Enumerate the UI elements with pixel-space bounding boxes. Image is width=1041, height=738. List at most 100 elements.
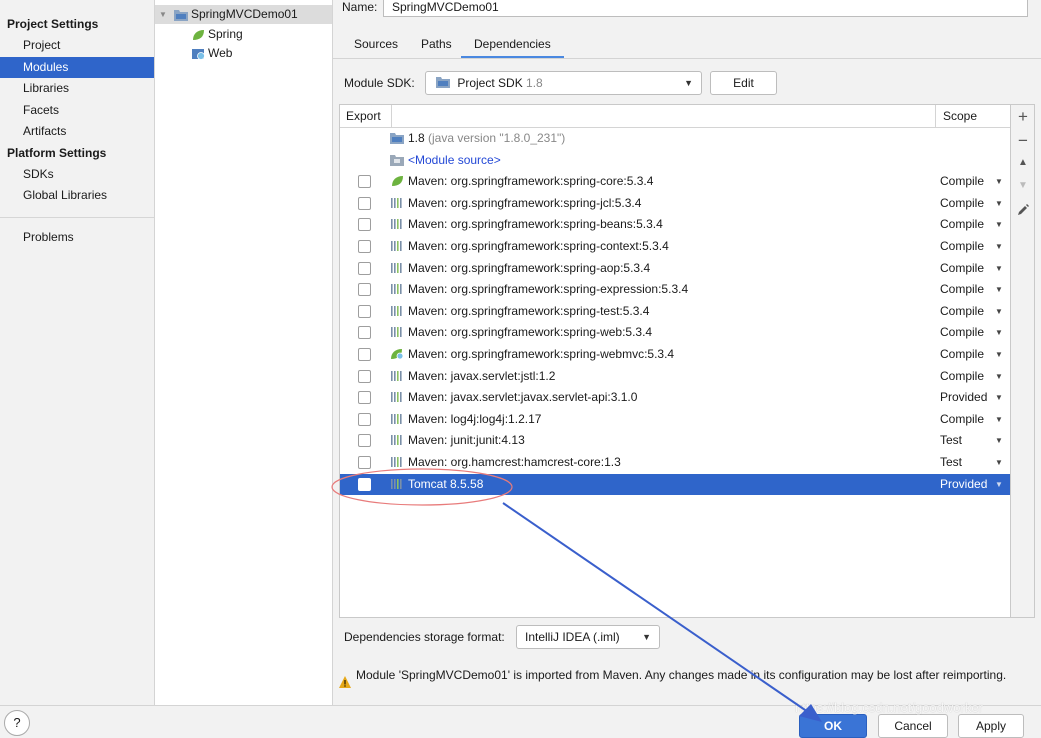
plus-icon[interactable]: + <box>1011 107 1035 127</box>
nav-item-artifacts[interactable]: Artifacts <box>0 121 154 143</box>
cancel-button[interactable]: Cancel <box>878 714 948 738</box>
table-row[interactable]: Tomcat 8.5.58 Provided ▼ <box>340 473 1010 496</box>
export-checkbox[interactable] <box>358 456 371 469</box>
tab-paths[interactable]: Paths <box>421 33 452 59</box>
dependency-label: Maven: log4j:log4j:1.2.17 <box>408 409 541 430</box>
scope-value: Compile <box>940 217 985 232</box>
tab-dependencies[interactable]: Dependencies <box>461 33 564 59</box>
export-checkbox[interactable] <box>358 175 371 189</box>
table-row[interactable]: Maven: org.springframework:spring-expres… <box>340 279 1010 301</box>
nav-item-sdks[interactable]: SDKs <box>0 164 154 186</box>
scope-select[interactable]: Compile ▼ <box>940 366 1003 387</box>
maven-import-warning: Module 'SpringMVCDemo01' is imported fro… <box>356 668 1007 682</box>
scope-select[interactable]: Compile ▼ <box>940 409 1003 430</box>
ok-button[interactable]: OK <box>799 714 867 738</box>
folder-icon <box>390 154 404 166</box>
module-name-input[interactable]: SpringMVCDemo01 <box>383 0 1028 17</box>
table-row[interactable]: Maven: org.springframework:spring-beans:… <box>340 214 1010 236</box>
table-row[interactable]: Maven: org.hamcrest:hamcrest-core:1.3 Tes… <box>340 452 1010 474</box>
scope-select[interactable]: Test ▼ <box>940 452 1003 473</box>
tab-sources[interactable]: Sources <box>354 33 398 59</box>
export-checkbox[interactable] <box>358 283 371 297</box>
storage-format-label: Dependencies storage format: <box>344 630 505 644</box>
scope-select[interactable]: Compile ▼ <box>940 279 1003 300</box>
nav-item-modules[interactable]: Modules <box>0 56 154 78</box>
dependency-label: Maven: org.springframework:spring-webmvc… <box>408 344 674 365</box>
dependency-name: Maven: org.springframework:spring-test:5… <box>408 303 650 318</box>
minus-icon[interactable]: − <box>1011 131 1035 151</box>
library-icon <box>390 478 404 490</box>
nav-item-global-libraries[interactable]: Global Libraries <box>0 185 154 207</box>
scope-value: Compile <box>940 303 985 318</box>
table-row[interactable]: Maven: org.springframework:spring-test:5… <box>340 301 1010 323</box>
scope-select[interactable]: Compile ▼ <box>940 236 1003 257</box>
nav-item-libraries[interactable]: Libraries <box>0 78 154 100</box>
scope-select[interactable]: Compile ▼ <box>940 193 1003 214</box>
chevron-down-icon: ▼ <box>995 242 1003 251</box>
table-row[interactable]: Maven: org.springframework:spring-contex… <box>340 236 1010 258</box>
library-icon <box>390 370 404 382</box>
expand-arrow-icon[interactable]: ▼ <box>159 5 167 24</box>
table-row[interactable]: Maven: junit:junit:4.13 Test ▼ <box>340 430 1010 452</box>
table-row[interactable]: 1.8 (java version "1.8.0_231") <box>340 128 1010 150</box>
sdk-edit-button[interactable]: Edit <box>710 71 777 95</box>
chevron-down-icon: ▼ <box>995 393 1003 403</box>
table-row[interactable]: Maven: org.springframework:spring-aop:5.… <box>340 258 1010 280</box>
module-config-panel: Name: SpringMVCDemo01 Sources Paths Depe… <box>333 0 1041 705</box>
table-row[interactable]: Maven: org.springframework:spring-webmvc… <box>340 344 1010 366</box>
nav-item-project[interactable]: Project <box>0 35 154 57</box>
scope-select[interactable]: Compile ▼ <box>940 344 1003 365</box>
dependency-name: Maven: org.springframework:spring-aop:5.… <box>408 260 651 275</box>
storage-format-select[interactable]: IntelliJ IDEA (.iml) ▼ <box>516 625 660 649</box>
table-row[interactable]: Maven: org.springframework:spring-jcl:5.… <box>340 193 1010 215</box>
scope-select[interactable]: Provided ▼ <box>940 474 1003 495</box>
export-checkbox[interactable] <box>358 196 371 210</box>
module-sdk-select[interactable]: Project SDK 1.8 ▼ <box>425 71 702 95</box>
scope-select[interactable]: Compile ▼ <box>940 214 1003 235</box>
table-row[interactable]: Maven: org.springframework:spring-web:5.… <box>340 322 1010 344</box>
export-checkbox[interactable] <box>358 348 371 361</box>
module-tree: ▼ SpringMVCDemo01 Spring Web <box>155 0 333 705</box>
export-checkbox[interactable] <box>358 304 371 318</box>
export-checkbox[interactable] <box>358 240 371 253</box>
tree-item-web-facet[interactable]: Web <box>155 44 332 63</box>
tree-item-spring-facet[interactable]: Spring <box>155 25 332 44</box>
chevron-down-icon: ▼ <box>995 328 1003 338</box>
column-header-scope[interactable]: Scope <box>943 105 977 128</box>
export-checkbox[interactable] <box>358 261 371 275</box>
export-checkbox[interactable] <box>358 391 371 405</box>
arrow-down-icon[interactable]: ▼ <box>1011 180 1035 191</box>
scope-select[interactable]: Compile ▼ <box>940 322 1003 343</box>
table-row[interactable]: Maven: javax.servlet:javax.servlet-api:3… <box>340 387 1010 409</box>
arrow-up-icon[interactable]: ▲ <box>1011 157 1035 168</box>
export-checkbox[interactable] <box>358 218 371 232</box>
pencil-icon[interactable] <box>1011 203 1035 220</box>
column-header-export[interactable]: Export <box>346 105 381 128</box>
chevron-down-icon: ▼ <box>995 263 1003 273</box>
export-checkbox[interactable] <box>358 369 371 383</box>
table-row[interactable]: <Module source> <box>340 150 1010 172</box>
scope-select[interactable]: Compile ▼ <box>940 258 1003 279</box>
scope-select[interactable]: Provided ▼ <box>940 387 1003 408</box>
table-row[interactable]: Maven: log4j:log4j:1.2.17 Compile ▼ <box>340 409 1010 431</box>
table-row[interactable]: Maven: javax.servlet:jstl:1.2 Compile ▼ <box>340 366 1010 388</box>
library-icon <box>390 262 404 274</box>
export-checkbox[interactable] <box>358 326 371 340</box>
scope-value: Test <box>940 433 963 448</box>
export-checkbox[interactable] <box>358 477 371 491</box>
nav-item-problems[interactable]: Problems <box>0 227 154 249</box>
table-row[interactable]: Maven: org.springframework:spring-core:5… <box>340 171 1010 193</box>
scope-select[interactable]: Compile ▼ <box>940 171 1003 192</box>
library-icon <box>390 218 404 230</box>
nav-header-platform-settings: Platform Settings <box>7 145 107 160</box>
export-checkbox[interactable] <box>358 412 371 426</box>
nav-item-facets[interactable]: Facets <box>0 100 154 122</box>
help-button[interactable]: ? <box>4 710 30 736</box>
apply-button[interactable]: Apply <box>958 714 1024 738</box>
tree-item-root-module[interactable]: ▼ SpringMVCDemo01 <box>155 5 332 24</box>
scope-value: Compile <box>940 239 985 253</box>
nav-header-project-settings: Project Settings <box>7 17 99 31</box>
export-checkbox[interactable] <box>358 434 371 448</box>
scope-select[interactable]: Compile ▼ <box>940 301 1003 322</box>
scope-select[interactable]: Test ▼ <box>940 430 1003 451</box>
